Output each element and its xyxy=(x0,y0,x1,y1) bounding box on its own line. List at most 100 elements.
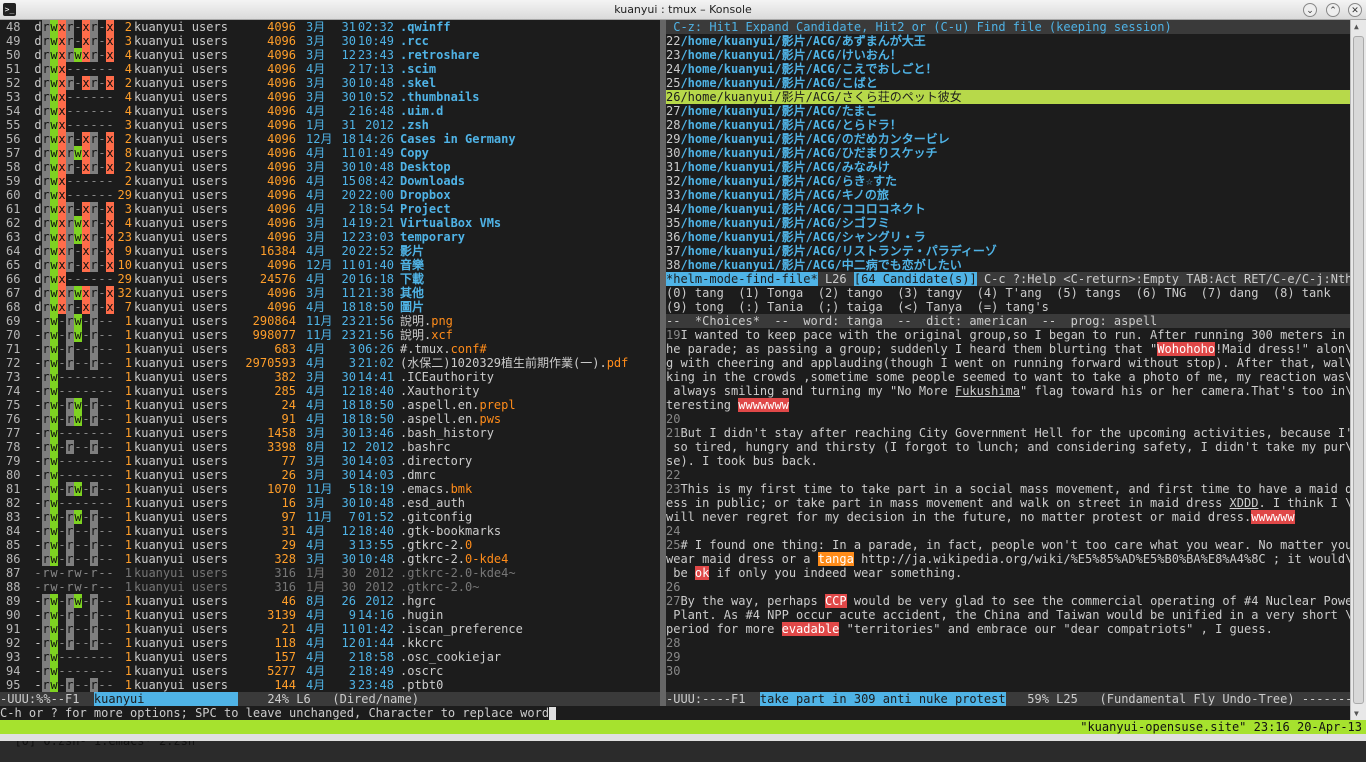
dired-row[interactable]: 61 drwxr-xr-x 3 kuanyui users 4096 4月 2 18:54 Pr… xyxy=(0,202,660,216)
text-line[interactable]: 20 xyxy=(666,412,1350,426)
text-line[interactable]: so tired, hungry and thirsty (I forgot t… xyxy=(666,440,1350,454)
text-line[interactable]: 26 xyxy=(666,580,1350,594)
text-line[interactable]: 21But I didn't stay after reaching City … xyxy=(666,426,1350,440)
file-name[interactable]: .scim xyxy=(400,62,436,76)
text-line[interactable]: will never regret for my decision in the… xyxy=(666,510,1350,524)
dired-row[interactable]: 89 -rw-rw-r-- 1 kuanyui users 46 8月 26 2012 .hg… xyxy=(0,594,660,608)
dired-row[interactable]: 69 -rw-rw-r-- 1 kuanyui users 290864 11月 23 21:… xyxy=(0,314,660,328)
dired-row[interactable]: 74 -rw------- 1 kuanyui users 285 4月 12 18:40 .X… xyxy=(0,384,660,398)
modeline-buffer[interactable]: kuanyui xyxy=(93,692,239,706)
helm-candidate[interactable]: 33/home/kuanyui/影片/ACG/キノの旅 xyxy=(666,188,1350,202)
file-name[interactable]: .osc_cookiejar xyxy=(400,650,501,664)
file-name[interactable]: .emacs.bmk xyxy=(400,482,472,496)
file-name[interactable]: Dropbox xyxy=(400,188,451,202)
dired-row[interactable]: 82 -rw------- 1 kuanyui users 16 3月 30 10:48 .es… xyxy=(0,496,660,510)
file-name[interactable]: .aspell.en.pws xyxy=(400,412,501,426)
text-line[interactable]: Plant. As #4 NPP occur acute accident, t… xyxy=(666,608,1350,622)
dired-row[interactable]: 48 drwxr-xr-x 2 kuanyui users 4096 3月 31 02:32.… xyxy=(0,20,660,34)
text-line[interactable]: always smiling and turning my "No More F… xyxy=(666,384,1350,398)
file-name[interactable]: .directory xyxy=(400,454,472,468)
file-name[interactable]: .iscan_preference xyxy=(400,622,523,636)
dired-row[interactable]: 58 drwxr-xr-x 2 kuanyui users 4096 3月 30 10:48 D… xyxy=(0,160,660,174)
maximize-button[interactable]: ⌃ xyxy=(1326,3,1340,17)
scrollbar-thumb[interactable] xyxy=(1353,36,1364,704)
file-name[interactable]: .hugin xyxy=(400,608,443,622)
dired-row[interactable]: 95 -rw-r--r-- 1 kuanyui users 144 4月 3 23:48 .pt… xyxy=(0,678,660,692)
modeline-buffer[interactable]: take part in 309 anti nuke protest xyxy=(759,692,1006,706)
text-line[interactable]: king in the crowds ,sometime some people… xyxy=(666,370,1350,384)
helm-candidate[interactable]: 31/home/kuanyui/影片/ACG/みなみけ xyxy=(666,160,1350,174)
dired-row[interactable]: 92 -rw-r--r-- 1 kuanyui users 118 4月 12 01:44 .k… xyxy=(0,636,660,650)
file-name[interactable]: .skel xyxy=(400,76,436,90)
dired-row[interactable]: 54 drwx------ 4 kuanyui users 4096 4月 2 16:48 .u… xyxy=(0,104,660,118)
dired-row[interactable]: 57 drwxrwxr-x 8 kuanyui users 4096 4月 11 01:49 C… xyxy=(0,146,660,160)
close-button[interactable]: ✕ xyxy=(1348,3,1362,17)
dired-row[interactable]: 85 -rw-r--r-- 1 kuanyui users 29 4月 3 13:55 .gtk… xyxy=(0,538,660,552)
dired-row[interactable]: 94 -rw------- 1 kuanyui users 5277 4月 2 18:49 .o… xyxy=(0,664,660,678)
dired-row[interactable]: 86 -rw-r--r-- 1 kuanyui users 328 3月 30 10:48 .g… xyxy=(0,552,660,566)
dired-row[interactable]: 67 drwxrwxr-x 32 kuanyui users 4096 3月 11 21:38… xyxy=(0,286,660,300)
text-line[interactable]: 28 xyxy=(666,636,1350,650)
dired-row[interactable]: 60 drwx------ 29 kuanyui users 4096 4月 20 22:00… xyxy=(0,188,660,202)
helm-candidate[interactable]: 29/home/kuanyui/影片/ACG/のだめカンタービレ xyxy=(666,132,1350,146)
dired-row[interactable]: 87 -rw-rw-r-- 1 kuanyui users 316 1月 30 2012 .g… xyxy=(0,566,660,580)
ispell-choices-row[interactable]: (9) tong (:) Tania (;) taiga (<) Tanya (… xyxy=(666,300,1350,314)
helm-candidate[interactable]: 23/home/kuanyui/影片/ACG/けいおん！ xyxy=(666,48,1350,62)
text-line[interactable]: 24 xyxy=(666,524,1350,538)
dired-row[interactable]: 49 drwxr-xr-x 3 kuanyui users 4096 3月 30 10:49.… xyxy=(0,34,660,48)
file-name[interactable]: .retroshare xyxy=(400,48,479,62)
dired-row[interactable]: 84 -rw-r--r-- 1 kuanyui users 31 4月 12 18:40 .gt… xyxy=(0,524,660,538)
dired-row[interactable]: 56 drwxr-xr-x 2 kuanyui users 4096 12月 18 14:26… xyxy=(0,132,660,146)
file-name[interactable]: .bashrc xyxy=(400,440,451,454)
dired-row[interactable]: 63 drwxrwxr-x 23 kuanyui users 4096 3月 12 23:03… xyxy=(0,230,660,244)
file-name[interactable]: .Xauthority xyxy=(400,384,479,398)
helm-candidate[interactable]: 35/home/kuanyui/影片/ACG/シゴフミ xyxy=(666,216,1350,230)
dired-row[interactable]: 51 drwx------ 4 kuanyui users 4096 4月 2 17:13 .s… xyxy=(0,62,660,76)
text-line[interactable]: 25# I found one thing: In a parade, in f… xyxy=(666,538,1350,552)
dired-row[interactable]: 73 -rw------- 1 kuanyui users 382 3月 30 14:41 .I… xyxy=(0,370,660,384)
helm-candidate[interactable]: 22/home/kuanyui/影片/ACG/あずまんが大王 xyxy=(666,34,1350,48)
helm-candidate[interactable]: 37/home/kuanyui/影片/ACG/リストランテ・パラディーゾ xyxy=(666,244,1350,258)
file-name[interactable]: .ICEauthority xyxy=(400,370,494,384)
dired-pane[interactable]: 48 drwxr-xr-x 2 kuanyui users 4096 3月 31 02:32.… xyxy=(0,20,660,706)
dired-row[interactable]: 90 -rw-r--r-- 1 kuanyui users 3139 4月 9 14:16 .h… xyxy=(0,608,660,622)
file-name[interactable]: .oscrc xyxy=(400,664,443,678)
file-name[interactable]: Downloads xyxy=(400,174,465,188)
dired-row[interactable]: 62 drwxrwxr-x 4 kuanyui users 4096 3月 14 19:21 V… xyxy=(0,216,660,230)
file-name[interactable]: 其他 xyxy=(400,286,424,300)
dired-row[interactable]: 55 drwx------ 3 kuanyui users 4096 1月 31 2012.… xyxy=(0,118,660,132)
file-name[interactable]: .gtkrc-2.0-kde4~ xyxy=(400,566,516,580)
dired-row[interactable]: 71 -rw-r--r-- 1 kuanyui users 683 4月 3 06:26 #.t… xyxy=(0,342,660,356)
minimize-button[interactable]: ⌄ xyxy=(1303,3,1317,17)
file-name[interactable]: .hgrc xyxy=(400,594,436,608)
helm-candidate[interactable]: 27/home/kuanyui/影片/ACG/たまこ xyxy=(666,104,1350,118)
dired-row[interactable]: 72 -rw-r--r-- 1 kuanyui users 2970593 4月 3 21:0… xyxy=(0,356,660,370)
dired-row[interactable]: 70 -rw-rw-r-- 1 kuanyui users 998077 11月 23 21:… xyxy=(0,328,660,342)
helm-text-pane[interactable]: C-z: Hit1 Expand Candidate, Hit2 or (C-u… xyxy=(666,20,1350,706)
text-line[interactable]: period for more evadable "territories" a… xyxy=(666,622,1350,636)
dired-row[interactable]: 50 drwxrwxr-x 4 kuanyui users 4096 3月 12 23:43.… xyxy=(0,48,660,62)
file-name[interactable]: .aspell.en.prepl xyxy=(400,398,516,412)
file-name[interactable]: 下載 xyxy=(400,272,424,286)
file-name[interactable]: .gtkrc-2.0 xyxy=(400,538,472,552)
file-name[interactable]: .uim.d xyxy=(400,104,443,118)
file-name[interactable]: .zsh xyxy=(400,118,429,132)
file-name[interactable]: Copy xyxy=(400,146,429,160)
text-line[interactable]: 23This is my first time to take part in … xyxy=(666,482,1350,496)
text-line[interactable]: be ok if only you indeed wear something. xyxy=(666,566,1350,580)
dired-row[interactable]: 75 -rw-rw-r-- 1 kuanyui users 24 4月 18 18:50 .as… xyxy=(0,398,660,412)
file-name[interactable]: 影片 xyxy=(400,244,424,258)
file-name[interactable]: .rcc xyxy=(400,34,429,48)
dired-row[interactable]: 79 -rw------- 1 kuanyui users 77 3月 30 14:03 .di… xyxy=(0,454,660,468)
text-line[interactable]: se). I took bus back. xyxy=(666,454,1350,468)
file-name[interactable]: 說明.xcf xyxy=(400,328,453,342)
file-name[interactable]: .dmrc xyxy=(400,468,436,482)
text-line[interactable]: teresting wwwwwww xyxy=(666,398,1350,412)
dired-row[interactable]: 78 -rw-r--r-- 1 kuanyui users 3398 8月 12 2012.… xyxy=(0,440,660,454)
helm-candidate[interactable]: 28/home/kuanyui/影片/ACG/とらドラ！ xyxy=(666,118,1350,132)
file-name[interactable]: .esd_auth xyxy=(400,496,465,510)
file-name[interactable]: .kkcrc xyxy=(400,636,443,650)
text-line[interactable]: ess in public; or take part in mass move… xyxy=(666,496,1350,510)
text-line[interactable]: 29 xyxy=(666,650,1350,664)
file-name[interactable]: temporary xyxy=(400,230,465,244)
